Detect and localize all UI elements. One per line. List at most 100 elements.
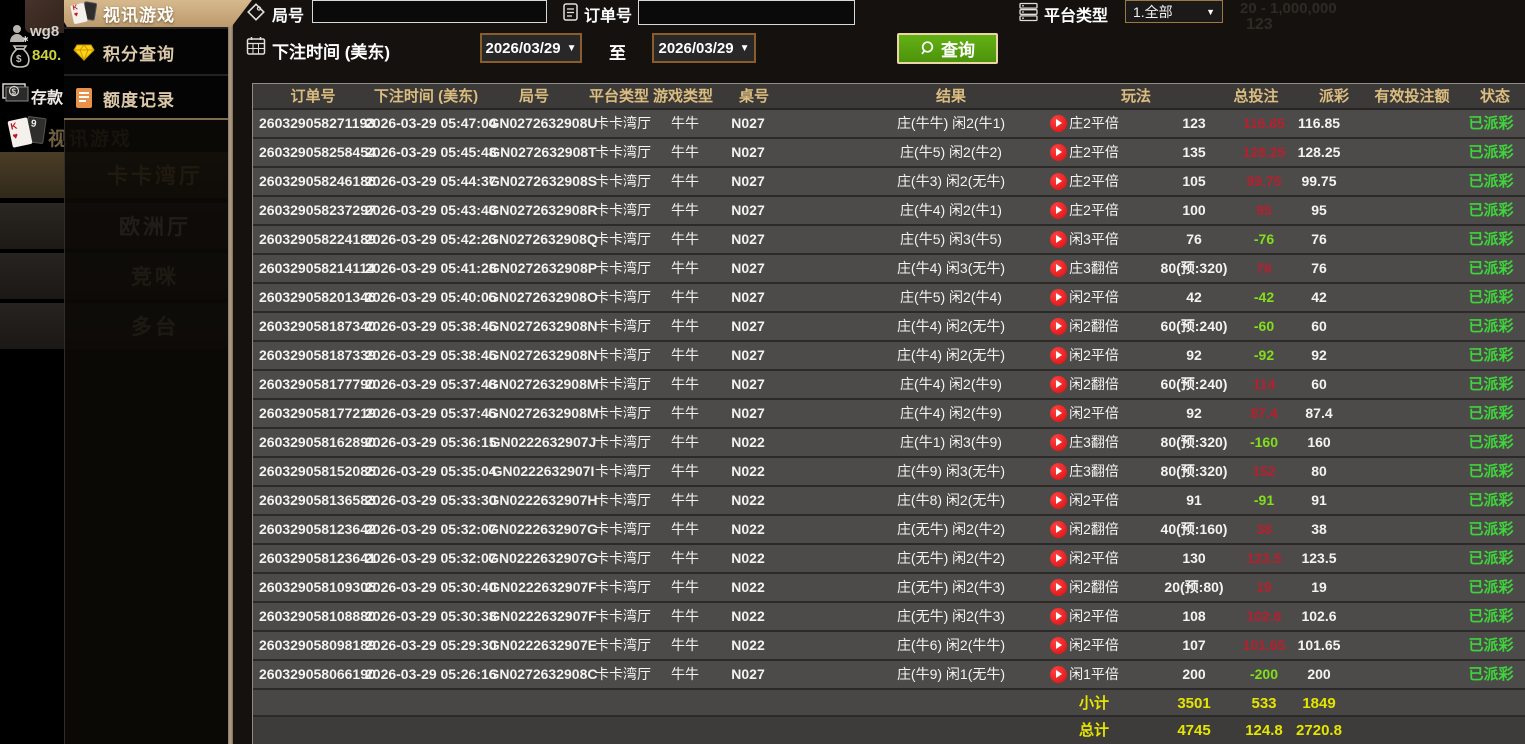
table-row[interactable]: 260329058271193 2026-03-29 05:47:04 GN02… bbox=[253, 110, 1525, 139]
cell-order-number: 260329058109305 bbox=[259, 574, 374, 601]
cell-result: 庄(牛牛) 闲2(牛1) bbox=[851, 110, 1051, 137]
cell-table-number: N027 bbox=[718, 661, 778, 688]
table-row[interactable]: 260329058152085 2026-03-29 05:35:04 GN02… bbox=[253, 458, 1525, 487]
table-row[interactable]: 260329058237297 2026-03-29 05:43:43 GN02… bbox=[253, 197, 1525, 226]
status-badge: 已派彩 bbox=[1456, 574, 1525, 601]
ghost-limit-text: 20 - 1,000,000 bbox=[1240, 0, 1337, 17]
cell-bet-time: 2026-03-29 05:38:45 bbox=[365, 342, 495, 369]
cell-platform: 卡卡湾厅 bbox=[588, 632, 658, 659]
cell-valid-bet: 102.6 bbox=[1284, 603, 1354, 630]
cell-game-type: 牛牛 bbox=[660, 168, 710, 195]
menu-item-points-query[interactable]: 积分查询 bbox=[64, 30, 228, 74]
menu-item-label: 额度记录 bbox=[103, 86, 175, 111]
cell-valid-bet: 91 bbox=[1284, 487, 1354, 514]
round-number-input[interactable] bbox=[312, 0, 547, 23]
cell-game-type: 牛牛 bbox=[660, 400, 710, 427]
table-row[interactable]: 260329058066190 2026-03-29 05:26:16 GN02… bbox=[253, 661, 1525, 690]
cell-valid-bet: 87.4 bbox=[1284, 400, 1354, 427]
table-row[interactable]: 260329058214114 2026-03-29 05:41:28 GN02… bbox=[253, 255, 1525, 284]
cell-play-type: 闲3平倍 bbox=[1054, 226, 1134, 253]
subtotal-row: 小计 3501 533 1849 bbox=[253, 690, 1525, 717]
cell-round-number: GN0272632908S bbox=[488, 168, 598, 195]
cell-round-number: GN0272632908M bbox=[488, 371, 598, 398]
menu-item-quota-records[interactable]: 额度记录 bbox=[64, 76, 228, 120]
cell-valid-bet: 38 bbox=[1284, 516, 1354, 543]
cell-table-number: N027 bbox=[718, 226, 778, 253]
table-row[interactable]: 260329058187340 2026-03-29 05:38:45 GN02… bbox=[253, 313, 1525, 342]
svg-text:✱: ✱ bbox=[22, 35, 28, 43]
grand-total-row: 总计 4745 124.8 2720.8 bbox=[253, 717, 1525, 744]
cell-order-number: 260329058108880 bbox=[259, 603, 374, 630]
table-row[interactable]: 260329058162890 2026-03-29 05:36:15 GN02… bbox=[253, 429, 1525, 458]
cell-play-type: 闲2翻倍 bbox=[1054, 371, 1134, 398]
cell-total-bet: 60(预:240) bbox=[1139, 313, 1249, 340]
search-button[interactable]: 查询 bbox=[897, 33, 998, 64]
cell-game-type: 牛牛 bbox=[660, 516, 710, 543]
date-to-picker[interactable]: 2026/03/29 ▼ bbox=[652, 33, 756, 63]
cell-platform: 卡卡湾厅 bbox=[588, 313, 658, 340]
cell-platform: 卡卡湾厅 bbox=[588, 255, 658, 282]
date-from-value: 2026/03/29 bbox=[486, 40, 561, 57]
bet-history-table: 订单号 下注时间 (美东) 局号 平台类型 游戏类型 桌号 结果 玩法 总投注 … bbox=[252, 83, 1525, 744]
cell-result: 庄(牛3) 闲2(无牛) bbox=[851, 168, 1051, 195]
cell-result: 庄(牛4) 闲2(无牛) bbox=[851, 313, 1051, 340]
cell-platform: 卡卡湾厅 bbox=[588, 139, 658, 166]
subtotal-label: 小计 bbox=[1054, 690, 1134, 717]
cell-order-number: 260329058258454 bbox=[259, 139, 374, 166]
total-valid-bet: 2720.8 bbox=[1284, 717, 1354, 744]
cell-bet-time: 2026-03-29 05:40:05 bbox=[365, 284, 495, 311]
cell-valid-bet: 92 bbox=[1284, 342, 1354, 369]
status-badge: 已派彩 bbox=[1456, 226, 1525, 253]
cell-platform: 卡卡湾厅 bbox=[588, 168, 658, 195]
cell-order-number: 260329058066190 bbox=[259, 661, 374, 688]
cell-result: 庄(牛9) 闲1(无牛) bbox=[851, 661, 1051, 688]
table-row[interactable]: 260329058123641 2026-03-29 05:32:07 GN02… bbox=[253, 545, 1525, 574]
cell-play-type: 庄2平倍 bbox=[1054, 110, 1134, 137]
table-row[interactable]: 260329058136583 2026-03-29 05:33:30 GN02… bbox=[253, 487, 1525, 516]
table-row[interactable]: 260329058246186 2026-03-29 05:44:37 GN02… bbox=[253, 168, 1525, 197]
table-row[interactable]: 260329058224189 2026-03-29 05:42:23 GN02… bbox=[253, 226, 1525, 255]
cell-round-number: GN0272632908C bbox=[488, 661, 598, 688]
playing-cards-icon: 9 K♥ bbox=[10, 115, 50, 153]
order-number-input[interactable] bbox=[638, 0, 855, 25]
banknote-icon: $ bbox=[2, 83, 29, 102]
cell-table-number: N027 bbox=[718, 313, 778, 340]
table-row[interactable]: 260329058098189 2026-03-29 05:29:30 GN02… bbox=[253, 632, 1525, 661]
cell-total-bet: 80(预:320) bbox=[1139, 429, 1249, 456]
cell-order-number: 260329058201346 bbox=[259, 284, 374, 311]
cell-platform: 卡卡湾厅 bbox=[588, 458, 658, 485]
cell-valid-bet: 123.5 bbox=[1284, 545, 1354, 572]
table-row[interactable]: 260329058187339 2026-03-29 05:38:45 GN02… bbox=[253, 342, 1525, 371]
cell-valid-bet: 76 bbox=[1284, 255, 1354, 282]
table-row[interactable]: 260329058258454 2026-03-29 05:45:48 GN02… bbox=[253, 139, 1525, 168]
flyout-panel-overlay bbox=[64, 120, 228, 744]
cell-round-number: GN0272632908R bbox=[488, 197, 598, 224]
menu-item-video-games[interactable]: K♥ 视讯游戏 bbox=[64, 0, 252, 27]
table-row[interactable]: 260329058177790 2026-03-29 05:37:48 GN02… bbox=[253, 371, 1525, 400]
cell-platform: 卡卡湾厅 bbox=[588, 110, 658, 137]
cell-bet-time: 2026-03-29 05:30:38 bbox=[365, 603, 495, 630]
cell-table-number: N022 bbox=[718, 632, 778, 659]
deposit-button[interactable]: 存款 bbox=[31, 84, 63, 108]
status-badge: 已派彩 bbox=[1456, 545, 1525, 572]
clipboard-icon bbox=[562, 2, 580, 22]
diamond-icon bbox=[73, 44, 95, 61]
date-range-to-label: 至 bbox=[609, 39, 626, 64]
table-row[interactable]: 260329058201346 2026-03-29 05:40:05 GN02… bbox=[253, 284, 1525, 313]
cell-total-bet: 105 bbox=[1139, 168, 1249, 195]
cell-game-type: 牛牛 bbox=[660, 545, 710, 572]
search-icon bbox=[920, 40, 937, 57]
cell-result: 庄(牛5) 闲3(牛5) bbox=[851, 226, 1051, 253]
server-stack-icon bbox=[1018, 2, 1040, 22]
cell-table-number: N027 bbox=[718, 400, 778, 427]
table-row[interactable]: 260329058108880 2026-03-29 05:30:38 GN02… bbox=[253, 603, 1525, 632]
table-row[interactable]: 260329058123642 2026-03-29 05:32:07 GN02… bbox=[253, 516, 1525, 545]
cell-order-number: 260329058177219 bbox=[259, 400, 374, 427]
cell-result: 庄(无牛) 闲2(牛2) bbox=[851, 516, 1051, 543]
platform-type-select[interactable]: 1.全部 ▼ bbox=[1125, 0, 1223, 23]
date-from-picker[interactable]: 2026/03/29 ▼ bbox=[480, 33, 582, 63]
status-badge: 已派彩 bbox=[1456, 400, 1525, 427]
table-row[interactable]: 260329058109305 2026-03-29 05:30:40 GN02… bbox=[253, 574, 1525, 603]
table-row[interactable]: 260329058177219 2026-03-29 05:37:45 GN02… bbox=[253, 400, 1525, 429]
header-valid-bet: 有效投注额 bbox=[1352, 84, 1472, 110]
